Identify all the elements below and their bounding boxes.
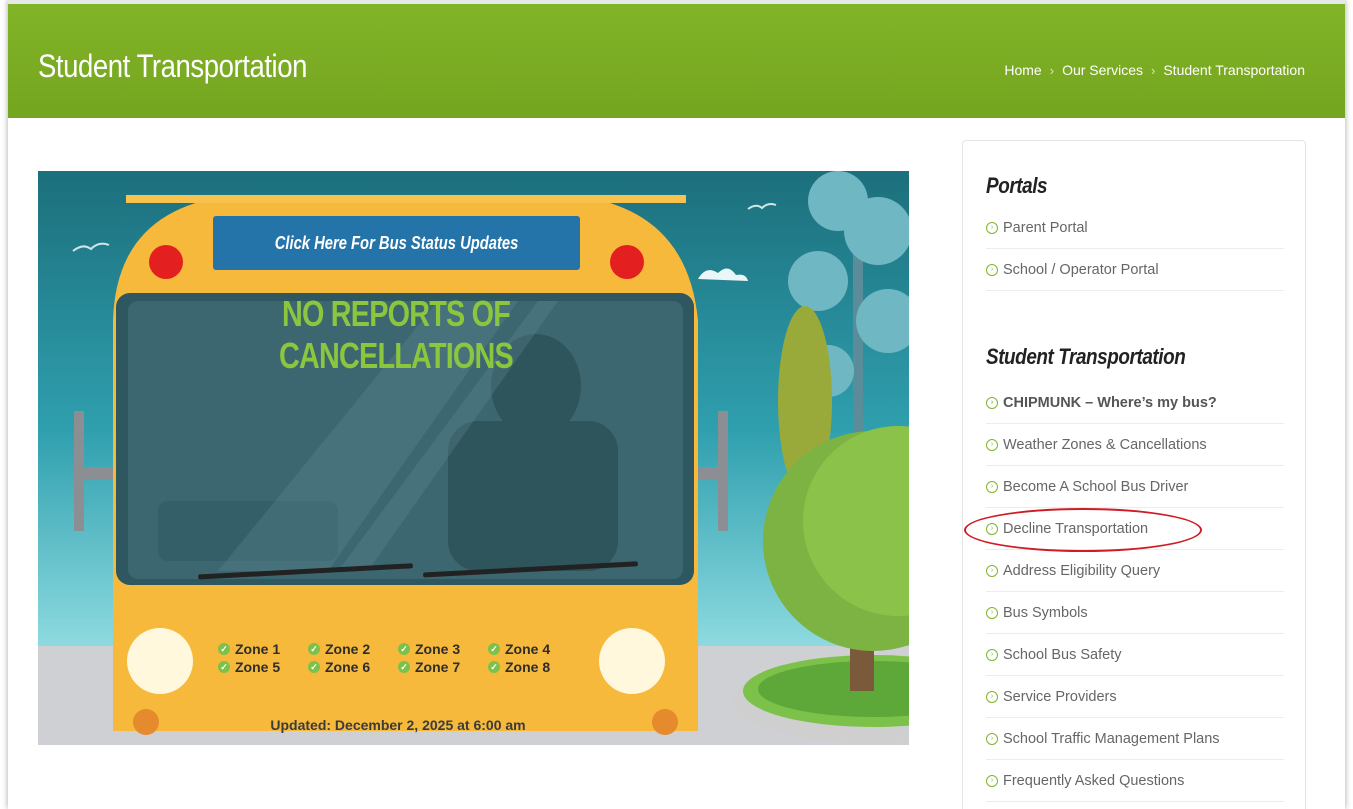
page-title: Student Transportation <box>38 48 307 84</box>
menu-item-address-eligibility[interactable]: › Address Eligibility Query <box>986 550 1284 592</box>
zone-label: Zone 6 <box>325 659 371 675</box>
menu-item-label: CHIPMUNK – Where’s my bus? <box>1003 394 1217 411</box>
zone-status-item: ✓ Zone 3 <box>398 641 488 657</box>
zone-status-item: ✓ Zone 4 <box>488 641 578 657</box>
menu-item-faq[interactable]: › Frequently Asked Questions <box>986 760 1284 802</box>
check-circle-icon: ✓ <box>218 643 230 655</box>
circle-arrow-icon: › <box>986 648 998 661</box>
menu-item-become-driver[interactable]: › Become A School Bus Driver <box>986 466 1284 508</box>
cancellation-status-text: NO REPORTS OF CANCELLATIONS <box>279 293 514 376</box>
check-circle-icon: ✓ <box>488 661 500 673</box>
zone-status-item: ✓ Zone 5 <box>218 659 308 675</box>
check-circle-icon: ✓ <box>308 661 320 673</box>
zone-label: Zone 8 <box>505 659 551 675</box>
breadcrumb-current: Student Transportation <box>1163 62 1305 78</box>
circle-arrow-icon: › <box>986 263 998 276</box>
zone-status-item: ✓ Zone 8 <box>488 659 578 675</box>
menu-item-chipmunk[interactable]: › CHIPMUNK – Where’s my bus? <box>986 382 1284 424</box>
circle-arrow-icon: › <box>986 396 998 409</box>
circle-arrow-icon: › <box>986 480 998 493</box>
zone-status-item: ✓ Zone 1 <box>218 641 308 657</box>
menu-item-traffic-management[interactable]: › School Traffic Management Plans <box>986 718 1284 760</box>
menu-item-label: Service Providers <box>1003 688 1117 705</box>
zone-label: Zone 5 <box>235 659 281 675</box>
zone-label: Zone 2 <box>325 641 371 657</box>
circle-arrow-icon: › <box>986 732 998 745</box>
menu-item-label: Parent Portal <box>1003 219 1088 236</box>
breadcrumb-separator: › <box>1151 62 1156 78</box>
breadcrumb-separator: › <box>1049 62 1055 78</box>
menu-item-label: School Traffic Management Plans <box>1003 730 1220 747</box>
circle-arrow-icon: › <box>986 522 998 535</box>
circle-arrow-icon: › <box>986 690 998 703</box>
bus-status-updates-label: Click Here For Bus Status Updates <box>274 232 519 253</box>
menu-item-decline-transportation[interactable]: › Decline Transportation <box>986 508 1284 550</box>
menu-item-label: School / Operator Portal <box>1003 261 1159 278</box>
student-transportation-menu: › CHIPMUNK – Where’s my bus? › Weather Zon… <box>986 382 1284 802</box>
zone-label: Zone 1 <box>235 641 281 657</box>
menu-item-school-operator-portal[interactable]: › School / Operator Portal <box>986 249 1284 291</box>
circle-arrow-icon: › <box>986 438 998 451</box>
menu-item-label: Bus Symbols <box>1003 604 1088 621</box>
circle-arrow-icon: › <box>986 221 998 234</box>
check-circle-icon: ✓ <box>218 661 230 673</box>
zone-label: Zone 7 <box>415 659 461 675</box>
portals-title: Portals <box>986 173 1048 198</box>
page-frame: Student Transportation Home › Our Servic… <box>8 0 1345 809</box>
last-updated-text: Updated: December 2, 2025 at 6:00 am <box>270 717 526 733</box>
zone-status-item: ✓ Zone 2 <box>308 641 398 657</box>
menu-item-weather-zones[interactable]: › Weather Zones & Cancellations <box>986 424 1284 466</box>
portals-menu: › Parent Portal › School / Operator Portal <box>986 207 1284 291</box>
page-header: Student Transportation Home › Our Servic… <box>8 0 1345 118</box>
breadcrumb-home[interactable]: Home <box>1004 62 1041 78</box>
menu-item-parent-portal[interactable]: › Parent Portal <box>986 207 1284 249</box>
bus-status-updates-button[interactable]: Click Here For Bus Status Updates <box>213 216 580 270</box>
zone-status-item: ✓ Zone 7 <box>398 659 488 675</box>
menu-item-service-providers[interactable]: › Service Providers <box>986 676 1284 718</box>
circle-arrow-icon: › <box>986 564 998 577</box>
breadcrumb-our-services[interactable]: Our Services <box>1062 62 1143 78</box>
circle-arrow-icon: › <box>986 606 998 619</box>
zone-status-list: ✓ Zone 1 ✓ Zone 2 ✓ Zone 3 ✓ Zone 4 ✓ Zone 5 … <box>218 641 578 675</box>
menu-item-label: Frequently Asked Questions <box>1003 772 1185 789</box>
check-circle-icon: ✓ <box>308 643 320 655</box>
bus-status-hero-image[interactable]: Click Here For Bus Status Updates NO REP… <box>38 171 909 745</box>
sidebar: Portals › Parent Portal › School / Operato… <box>962 140 1306 809</box>
zone-label: Zone 3 <box>415 641 461 657</box>
circle-arrow-icon: › <box>986 774 998 787</box>
menu-item-label: Weather Zones & Cancellations <box>1003 436 1207 453</box>
breadcrumb: Home › Our Services › Student Transporta… <box>1004 62 1305 78</box>
menu-item-bus-symbols[interactable]: › Bus Symbols <box>986 592 1284 634</box>
menu-item-school-bus-safety[interactable]: › School Bus Safety <box>986 634 1284 676</box>
check-circle-icon: ✓ <box>488 643 500 655</box>
menu-item-label: School Bus Safety <box>1003 646 1122 663</box>
menu-item-label: Become A School Bus Driver <box>1003 478 1189 495</box>
menu-item-label: Address Eligibility Query <box>1003 562 1161 579</box>
cancellation-status-banner: NO REPORTS OF CANCELLATIONS <box>123 293 669 377</box>
student-transportation-title: Student Transportation <box>986 344 1186 369</box>
zone-status-item: ✓ Zone 6 <box>308 659 398 675</box>
check-circle-icon: ✓ <box>398 661 410 673</box>
check-circle-icon: ✓ <box>398 643 410 655</box>
zone-label: Zone 4 <box>505 641 551 657</box>
menu-item-label: Decline Transportation <box>1003 520 1149 537</box>
